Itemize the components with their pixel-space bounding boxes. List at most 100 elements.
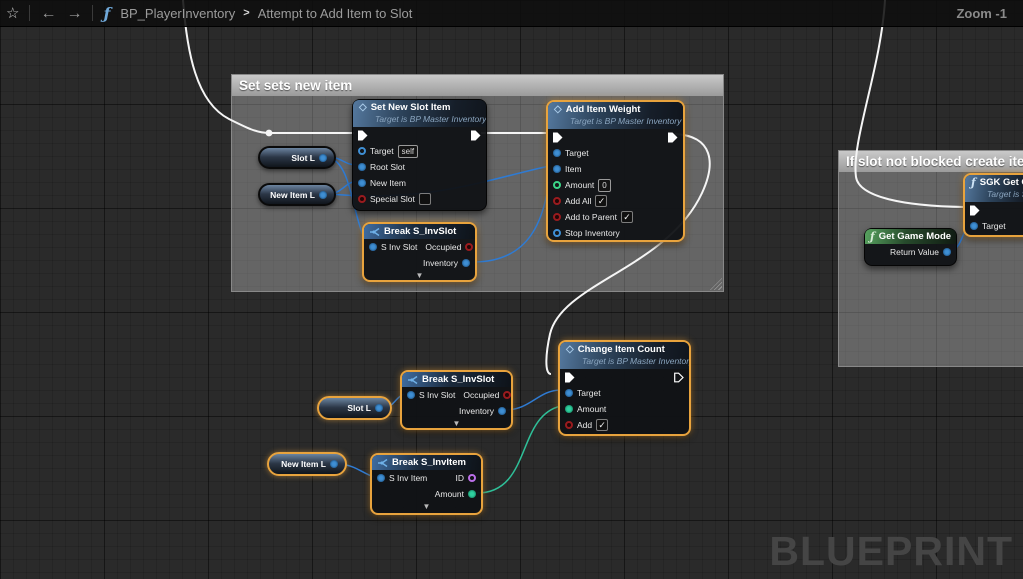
node-break-s-invslot-2[interactable]: Break S_InvSlot S Inv SlotOccupied Inven… <box>400 370 513 430</box>
node-set-new-slot-item[interactable]: ◇Set New Slot Item Target is BP Master I… <box>352 99 487 211</box>
add-pin[interactable] <box>565 421 573 429</box>
add-to-parent-checkbox[interactable]: ✓ <box>621 211 633 223</box>
item-pin[interactable] <box>553 165 561 173</box>
node-subtitle: Target is S <box>987 189 1023 199</box>
pin-label: S Inv Slot <box>381 242 417 252</box>
exec-in-pin[interactable] <box>358 130 368 141</box>
function-graph-icon: ƒ <box>103 4 110 23</box>
node-break-s-invitem[interactable]: Break S_InvItem S Inv ItemID Amount ▼ <box>370 453 483 515</box>
amount-pin[interactable] <box>468 490 476 498</box>
back-arrow-icon[interactable]: ← <box>40 0 56 27</box>
amount-pin[interactable] <box>553 181 561 189</box>
breadcrumb-root[interactable]: BP_PlayerInventory <box>120 6 235 21</box>
node-header[interactable]: ◇Set New Slot Item Target is BP Master I… <box>353 100 486 127</box>
node-header[interactable]: ◇Change Item Count Target is BP Master I… <box>560 342 689 369</box>
node-header[interactable]: ƒSGK Get G Target is S <box>965 175 1023 202</box>
pin-label: Target <box>565 148 589 158</box>
amount-pin[interactable] <box>565 405 573 413</box>
occupied-pin[interactable] <box>503 391 511 399</box>
node-header[interactable]: Break S_InvSlot <box>364 224 475 239</box>
node-break-s-invslot-1[interactable]: Break S_InvSlot S Inv SlotOccupied Inven… <box>362 222 477 282</box>
pin-label: Stop Inventory <box>565 228 620 238</box>
node-title: Break S_InvSlot <box>422 374 494 385</box>
pin-label: Amount <box>577 404 606 414</box>
exec-out-pin[interactable] <box>668 132 678 143</box>
pin-label: Target <box>982 221 1006 231</box>
blueprint-graph-canvas[interactable]: Set sets new item If slot not blocked cr… <box>0 0 1023 579</box>
root-slot-pin[interactable] <box>358 163 366 171</box>
amount-field[interactable]: 0 <box>598 179 610 192</box>
collapse-arrow-icon[interactable]: ▼ <box>364 271 475 282</box>
node-add-item-weight[interactable]: ◇Add Item Weight Target is BP Master Inv… <box>546 100 685 242</box>
variable-pill-slot-l-top[interactable]: Slot L <box>258 146 336 169</box>
variable-output-pin[interactable] <box>330 460 338 468</box>
pin-label: Item <box>565 164 582 174</box>
node-title: Change Item Count <box>578 344 665 355</box>
node-header[interactable]: Break S_InvSlot <box>402 372 511 387</box>
break-struct-icon <box>369 227 380 237</box>
collapse-arrow-icon[interactable]: ▼ <box>402 419 511 430</box>
add-to-parent-pin[interactable] <box>553 213 561 221</box>
special-slot-checkbox[interactable] <box>419 193 431 205</box>
zoom-level-label: Zoom -1 <box>956 6 1007 21</box>
pill-label: Slot L <box>347 403 371 413</box>
target-self-field[interactable]: self <box>398 145 418 158</box>
node-get-game-mode[interactable]: ƒGet Game Mode Return Value <box>864 228 957 266</box>
pin-label: S Inv Item <box>389 473 427 483</box>
inventory-pin[interactable] <box>462 259 470 267</box>
target-pin[interactable] <box>553 149 561 157</box>
variable-pill-new-item-l-bottom[interactable]: New Item L <box>267 452 347 476</box>
exec-in-pin[interactable] <box>970 205 980 216</box>
node-header[interactable]: Break S_InvItem <box>372 455 481 470</box>
node-header[interactable]: ◇Add Item Weight Target is BP Master Inv… <box>548 102 683 129</box>
exec-out-pin[interactable] <box>674 372 684 383</box>
pin-label: ID <box>456 473 465 483</box>
variable-output-pin[interactable] <box>319 191 327 199</box>
exec-in-pin[interactable] <box>553 132 563 143</box>
pin-label: Root Slot <box>370 162 405 172</box>
exec-in-pin[interactable] <box>565 372 575 383</box>
variable-output-pin[interactable] <box>319 154 327 162</box>
target-pin[interactable] <box>565 389 573 397</box>
function-diamond-icon: ◇ <box>566 345 574 355</box>
pin-label: Inventory <box>423 258 458 268</box>
node-sgk-get[interactable]: ƒSGK Get G Target is S Target <box>963 173 1023 237</box>
id-pin[interactable] <box>468 474 476 482</box>
pin-label: S Inv Slot <box>419 390 455 400</box>
inventory-pin[interactable] <box>498 407 506 415</box>
node-header[interactable]: ƒGet Game Mode <box>865 229 956 244</box>
wire-exec-top-to-sgk[interactable] <box>855 0 964 207</box>
wire-reroute-dot[interactable] <box>266 130 273 137</box>
add-checkbox[interactable]: ✓ <box>596 419 608 431</box>
occupied-pin[interactable] <box>465 243 473 251</box>
favorite-star-icon[interactable]: ☆ <box>6 0 19 27</box>
target-pin[interactable] <box>970 222 978 230</box>
new-item-pin[interactable] <box>358 179 366 187</box>
s-inv-slot-pin[interactable] <box>407 391 415 399</box>
break-struct-icon <box>377 458 388 468</box>
s-inv-item-pin[interactable] <box>377 474 385 482</box>
node-change-item-count[interactable]: ◇Change Item Count Target is BP Master I… <box>558 340 691 436</box>
add-all-checkbox[interactable]: ✓ <box>595 195 607 207</box>
s-inv-slot-pin[interactable] <box>369 243 377 251</box>
special-slot-pin[interactable] <box>358 195 366 203</box>
pin-label: Add to Parent <box>565 212 617 222</box>
variable-pill-new-item-l-top[interactable]: New Item L <box>258 183 336 206</box>
wire-inventory2-to-target[interactable] <box>505 390 561 410</box>
pin-label: Amount <box>565 180 594 190</box>
variable-pill-slot-l-bottom[interactable]: Slot L <box>317 396 392 420</box>
add-all-pin[interactable] <box>553 197 561 205</box>
node-subtitle: Target is BP Master Inventory <box>570 116 677 126</box>
pin-label: Inventory <box>459 406 494 416</box>
function-f-icon: ƒ <box>971 178 976 188</box>
forward-arrow-icon[interactable]: → <box>66 0 82 27</box>
pin-label: Target <box>577 388 601 398</box>
node-title: Add Item Weight <box>566 104 641 115</box>
stop-inventory-pin[interactable] <box>553 229 561 237</box>
target-pin[interactable] <box>358 147 366 155</box>
collapse-arrow-icon[interactable]: ▼ <box>372 502 481 513</box>
return-value-pin[interactable] <box>943 248 951 256</box>
exec-out-pin[interactable] <box>471 130 481 141</box>
breadcrumb-current[interactable]: Attempt to Add Item to Slot <box>258 6 413 21</box>
variable-output-pin[interactable] <box>375 404 383 412</box>
